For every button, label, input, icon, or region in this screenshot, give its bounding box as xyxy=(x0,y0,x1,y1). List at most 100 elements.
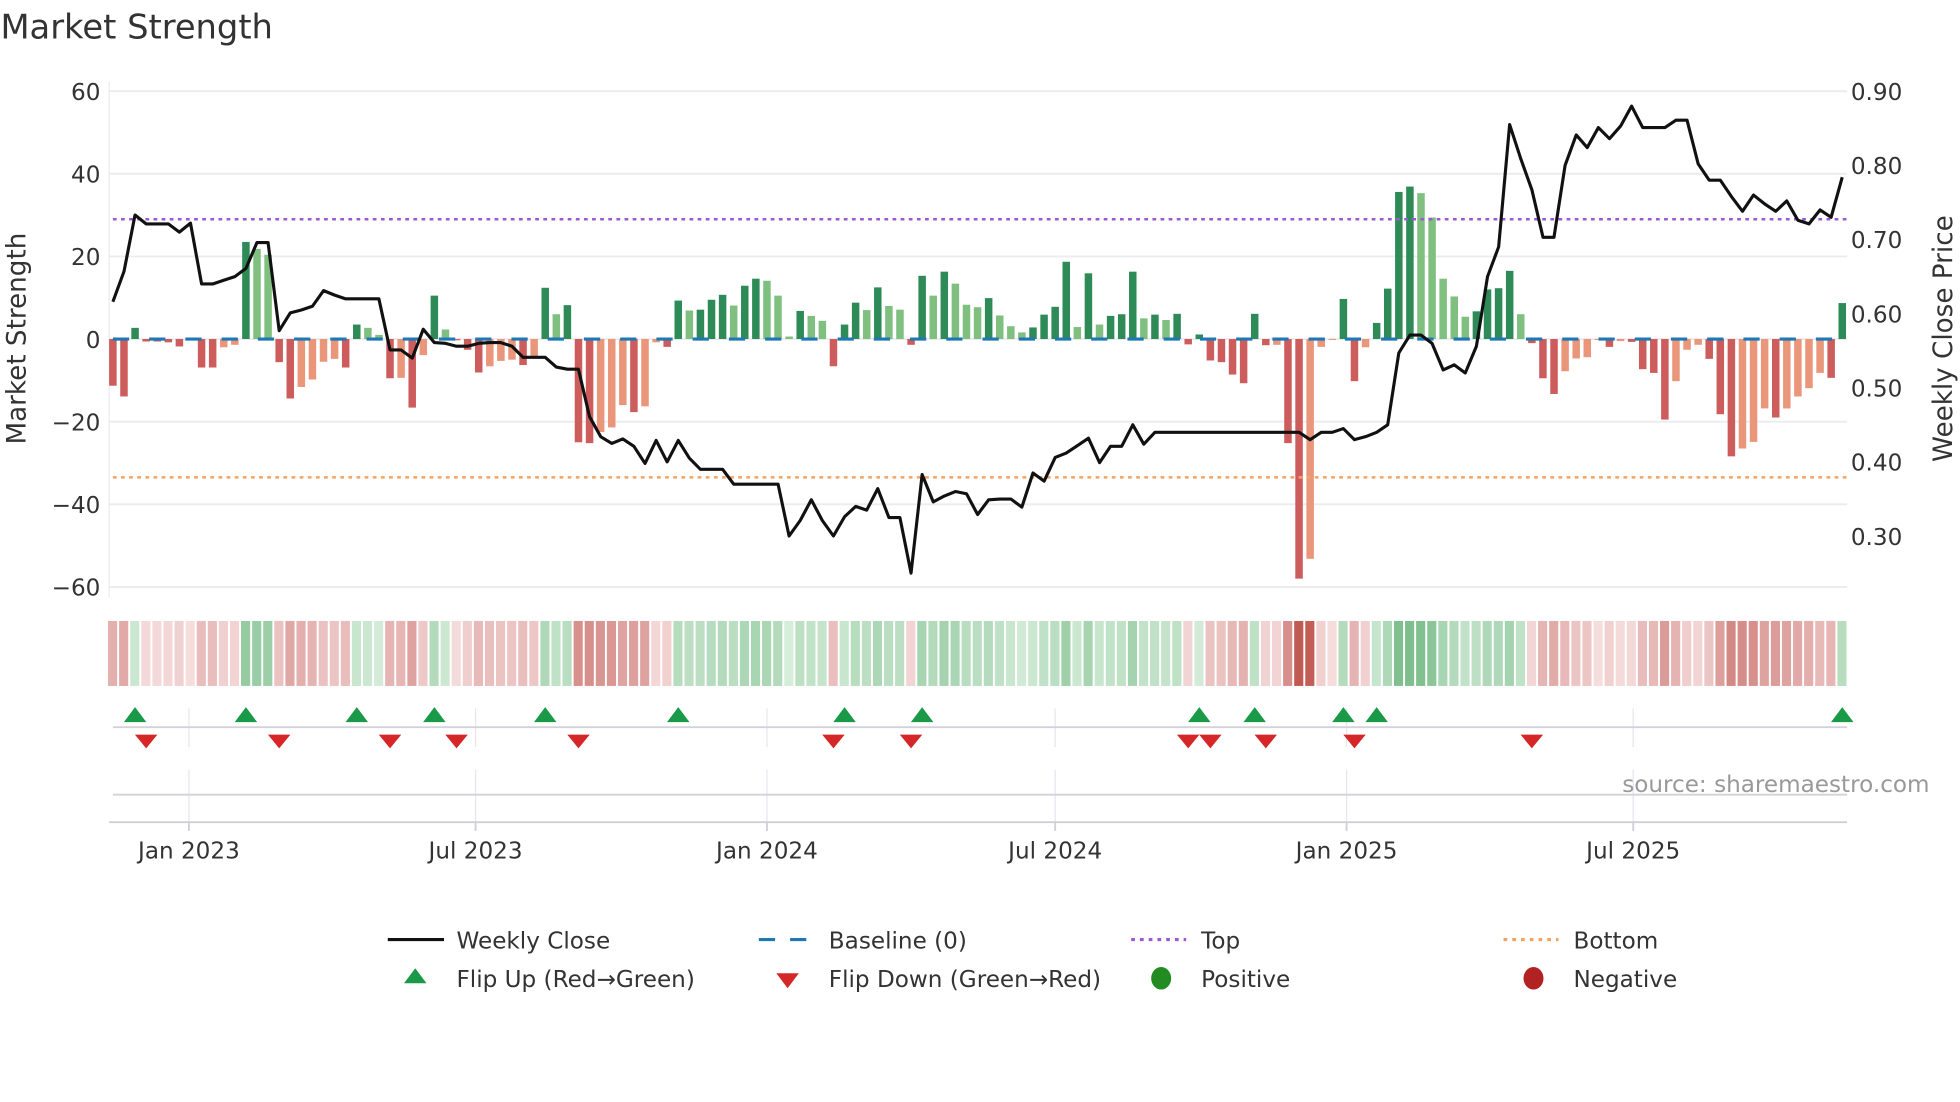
strength-bar xyxy=(1616,339,1625,342)
strip-cell xyxy=(806,620,816,686)
strength-bar xyxy=(630,339,638,413)
strip-cell xyxy=(407,620,417,686)
strength-bar xyxy=(619,339,627,406)
strip-cell xyxy=(1272,620,1282,686)
strip-cell xyxy=(385,620,395,686)
flip-up-marker xyxy=(533,707,557,723)
strength-bar xyxy=(1173,313,1181,340)
strip-cell xyxy=(562,620,572,686)
strength-bar xyxy=(541,287,549,340)
strength-bar xyxy=(1650,339,1658,373)
strip-cell xyxy=(1349,620,1359,686)
strip-cell xyxy=(617,620,628,686)
flip-down-marker xyxy=(1254,734,1278,749)
strength-bar xyxy=(1184,339,1192,345)
strip-cell xyxy=(1017,620,1027,686)
flip-up-marker xyxy=(423,707,446,723)
flip-up-marker xyxy=(1243,707,1266,723)
strength-bar xyxy=(1638,339,1647,370)
strip-cell xyxy=(340,620,350,686)
strength-bar xyxy=(1228,339,1237,375)
strip-cell xyxy=(318,620,328,686)
strip-cell xyxy=(1837,620,1847,686)
strip-cell xyxy=(1759,620,1769,686)
strip-cell xyxy=(1138,620,1149,686)
strength-bar xyxy=(1040,314,1048,340)
strength-bar xyxy=(319,339,328,362)
strip-cell xyxy=(252,620,262,686)
strength-bar xyxy=(1749,339,1758,442)
strip-cell xyxy=(351,620,362,686)
y2-tick-label: 0.80 xyxy=(1851,154,1902,180)
strength-bar xyxy=(796,310,804,340)
market-strength-chart: Market Strength 60 40 20 0 −20 −40 −60 0.90 0.8… xyxy=(0,8,1959,993)
legend-flip-down: Flip Down (Green→Red) xyxy=(829,967,1101,993)
chart-title: Market Strength xyxy=(0,8,272,47)
strip-cell xyxy=(1227,620,1237,686)
strip-cell xyxy=(1216,620,1226,686)
flip-up-marker xyxy=(1365,707,1388,723)
strip-cell xyxy=(784,620,794,686)
legend-flip-up: Flip Up (Red→Green) xyxy=(456,967,694,993)
strength-bar xyxy=(1705,339,1713,359)
strip-cell xyxy=(1526,620,1537,686)
strength-bar xyxy=(995,315,1004,340)
strip-cell xyxy=(773,620,783,686)
strip-cell xyxy=(673,620,683,686)
flip-down-marker xyxy=(267,734,291,749)
strip-cell xyxy=(1061,620,1071,686)
strength-bar xyxy=(1361,339,1370,348)
strip-cell xyxy=(1294,620,1304,686)
strip-cell xyxy=(1648,620,1659,686)
strip-cell xyxy=(1737,620,1747,686)
strip-cell xyxy=(1493,620,1503,686)
strip-cell xyxy=(1593,620,1603,686)
strip-cell xyxy=(994,620,1004,686)
strip-cell xyxy=(1693,620,1703,686)
strength-bar xyxy=(973,307,982,340)
x-tick-label: Jan 2024 xyxy=(714,838,818,864)
strip-cell xyxy=(972,620,982,686)
flip-down-marker xyxy=(1520,734,1544,749)
strip-cell xyxy=(762,620,772,686)
strength-bar xyxy=(519,339,527,366)
strip-cell xyxy=(606,620,616,686)
strength-bar xyxy=(397,339,405,378)
strip-cell xyxy=(1626,620,1636,686)
strength-bar xyxy=(1583,339,1592,358)
strip-cell xyxy=(939,620,949,686)
strip-cell xyxy=(595,620,605,686)
strength-bar xyxy=(807,315,816,340)
strength-bar xyxy=(109,339,117,386)
strip-cell xyxy=(983,620,993,686)
strip-cell xyxy=(462,620,472,686)
strip-cell xyxy=(750,620,761,686)
strength-bar xyxy=(552,314,561,340)
strength-bar xyxy=(1517,314,1525,340)
strength-bar xyxy=(1162,320,1170,340)
strength-bar xyxy=(1716,339,1725,415)
strip-cell xyxy=(1637,620,1647,686)
strip-cell xyxy=(1704,620,1714,686)
strip-cell xyxy=(1072,620,1082,686)
strip-cell xyxy=(1039,620,1049,686)
right-axis: 0.90 0.80 0.70 0.60 0.50 0.40 0.30 xyxy=(1851,80,1902,551)
strength-bar xyxy=(718,294,727,340)
strip-cell xyxy=(1393,620,1404,686)
strength-bar xyxy=(430,295,439,340)
strength-bar xyxy=(641,339,649,407)
strip-cell xyxy=(362,620,373,686)
strength-bar xyxy=(1494,288,1503,340)
strength-bar xyxy=(1339,298,1348,340)
strip-cell xyxy=(728,620,738,686)
strength-bar xyxy=(1140,318,1148,340)
strip-cell xyxy=(130,620,140,686)
strip-cell xyxy=(1183,620,1193,686)
strip-cell xyxy=(174,620,184,686)
strength-bar xyxy=(1439,278,1447,340)
legend-bottom: Bottom xyxy=(1573,928,1658,954)
strength-bar xyxy=(364,327,372,340)
flip-down-marker xyxy=(134,734,158,749)
strip-cell xyxy=(207,620,217,686)
strength-bar xyxy=(851,302,860,340)
